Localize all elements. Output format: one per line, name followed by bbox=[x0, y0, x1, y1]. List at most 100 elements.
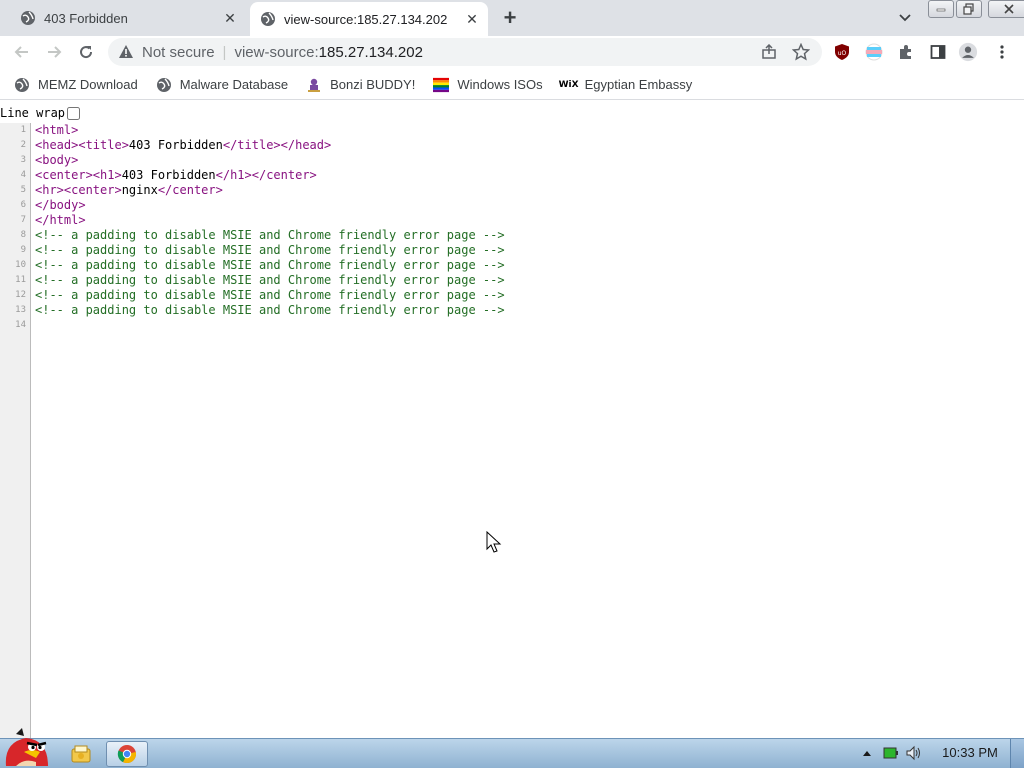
bookmark-egyptian-embassy[interactable]: WiX Egyptian Embassy bbox=[558, 77, 693, 93]
line-content: <!-- a padding to disable MSIE and Chrom… bbox=[30, 273, 505, 288]
html-tag: <body> bbox=[35, 153, 79, 167]
line-number: 5 bbox=[20, 185, 26, 195]
bonzi-icon bbox=[306, 77, 322, 93]
tab-403-forbidden[interactable]: 403 Forbidden ✕ bbox=[8, 0, 246, 36]
line-number: 7 bbox=[20, 215, 26, 225]
tab-strip: 403 Forbidden ✕ view-source:185.27.134.2… bbox=[0, 0, 1024, 36]
source-line: 2 <head><title>403 Forbidden</title></hea… bbox=[0, 138, 1024, 153]
bookmark-windows-isos[interactable]: Windows ISOs bbox=[433, 77, 543, 93]
battery-icon[interactable] bbox=[882, 744, 900, 762]
line-number: 6 bbox=[20, 200, 26, 210]
line-number: 10 bbox=[15, 260, 26, 270]
text-node: nginx bbox=[121, 183, 158, 197]
source-line: 11 <!-- a padding to disable MSIE and Chr… bbox=[0, 273, 1024, 288]
bookmark-memz-download[interactable]: MEMZ Download bbox=[14, 77, 138, 93]
line-number: 8 bbox=[20, 230, 26, 240]
line-content: <!-- a padding to disable MSIE and Chrom… bbox=[30, 303, 505, 318]
restore-button[interactable] bbox=[956, 0, 982, 18]
wix-icon: WiX bbox=[558, 79, 579, 90]
forward-arrow-icon[interactable] bbox=[42, 40, 66, 64]
line-content: <!-- a padding to disable MSIE and Chrom… bbox=[30, 288, 505, 303]
url-host: 185.27.134.202 bbox=[318, 43, 423, 61]
html-comment: <!-- a padding to disable MSIE and Chrom… bbox=[35, 243, 505, 257]
side-panel-icon[interactable] bbox=[928, 42, 948, 62]
tab-view-source[interactable]: view-source:185.27.134.202 ✕ bbox=[250, 2, 488, 36]
source-line: 14 bbox=[0, 318, 1024, 333]
close-window-button[interactable] bbox=[988, 0, 1024, 18]
bookmark-label: Egyptian Embassy bbox=[584, 77, 693, 92]
bookmark-malware-database[interactable]: Malware Database bbox=[156, 77, 288, 93]
html-comment: <!-- a padding to disable MSIE and Chrom… bbox=[35, 288, 505, 302]
back-arrow-icon[interactable] bbox=[10, 40, 34, 64]
line-wrap-label: Line wrap bbox=[0, 106, 66, 120]
source-line: 9 <!-- a padding to disable MSIE and Chro… bbox=[0, 243, 1024, 258]
file-explorer-taskbar-icon[interactable] bbox=[66, 741, 96, 767]
html-tag: </h1></center> bbox=[215, 168, 317, 182]
html-tag: </center> bbox=[157, 183, 223, 197]
bookmark-label: MEMZ Download bbox=[38, 77, 138, 92]
tray-expand-icon[interactable] bbox=[860, 744, 874, 762]
browser-window: 403 Forbidden ✕ view-source:185.27.134.2… bbox=[0, 0, 1024, 768]
bookmark-label: Windows ISOs bbox=[457, 77, 543, 92]
address-bar[interactable]: Not secure | view-source: 185.27.134.202 bbox=[108, 38, 822, 66]
html-tag: </title></head> bbox=[222, 138, 332, 152]
reload-icon[interactable] bbox=[74, 40, 98, 64]
line-content: <html> bbox=[30, 123, 78, 138]
line-content: </body> bbox=[30, 198, 86, 213]
source-line: 3 <body> bbox=[0, 153, 1024, 168]
source-line: 4 <center><h1>403 Forbidden</h1></center> bbox=[0, 168, 1024, 183]
new-tab-button[interactable]: + bbox=[498, 5, 522, 30]
line-content bbox=[30, 318, 35, 333]
security-label[interactable]: Not secure bbox=[142, 44, 215, 61]
bookmark-label: Malware Database bbox=[179, 77, 289, 92]
source-line: 1 <html> bbox=[0, 123, 1024, 138]
speaker-icon[interactable] bbox=[904, 744, 924, 762]
star-icon[interactable] bbox=[792, 43, 810, 61]
source-code: 1 <html> 2 <head><title>403 Forbidden</titl… bbox=[0, 123, 1024, 333]
html-tag: <hr><center> bbox=[35, 183, 122, 197]
text-node: 403 Forbidden bbox=[121, 168, 216, 182]
puzzle-icon[interactable] bbox=[896, 42, 916, 62]
bookmark-label: Bonzi BUDDY! bbox=[330, 77, 416, 92]
line-number: 1 bbox=[20, 125, 26, 135]
close-tab-icon[interactable]: ✕ bbox=[220, 8, 240, 28]
line-number: 3 bbox=[20, 155, 26, 165]
line-number: 12 bbox=[15, 290, 26, 300]
svg-text:uO: uO bbox=[838, 50, 847, 57]
html-tag: <html> bbox=[35, 123, 79, 137]
line-content: <head><title>403 Forbidden</title></head… bbox=[30, 138, 331, 153]
rainbow-flag-icon bbox=[433, 77, 450, 93]
globe-icon bbox=[156, 77, 172, 93]
html-tag: <head><title> bbox=[35, 138, 129, 152]
show-desktop-button[interactable] bbox=[1010, 739, 1024, 768]
html-comment: <!-- a padding to disable MSIE and Chrom… bbox=[35, 303, 505, 317]
line-number: 11 bbox=[15, 275, 26, 285]
ublock-icon[interactable]: uO bbox=[832, 42, 852, 62]
chevron-down-icon[interactable] bbox=[894, 8, 916, 28]
html-tag: </body> bbox=[35, 198, 86, 212]
html-comment: <!-- a padding to disable MSIE and Chrom… bbox=[35, 258, 505, 272]
close-tab-icon[interactable]: ✕ bbox=[462, 9, 482, 29]
html-tag: <center><h1> bbox=[35, 168, 122, 182]
taskbar-clock[interactable]: 10:33 PM bbox=[934, 744, 1006, 762]
source-line: 8 <!-- a padding to disable MSIE and Chro… bbox=[0, 228, 1024, 243]
line-wrap-checkbox[interactable] bbox=[67, 106, 81, 120]
share-icon[interactable] bbox=[760, 43, 778, 61]
extension-flag-icon[interactable] bbox=[864, 42, 884, 62]
chrome-taskbar-button[interactable] bbox=[106, 741, 148, 767]
profile-avatar-icon[interactable] bbox=[958, 42, 978, 62]
bookmarks-bar: MEMZ Download Malware Database Bonzi BUD… bbox=[0, 70, 1024, 100]
source-line: 13 <!-- a padding to disable MSIE and Chr… bbox=[0, 303, 1024, 318]
url-prefix: view-source: bbox=[234, 43, 319, 61]
divider: | bbox=[222, 43, 227, 61]
line-content: <hr><center>nginx</center> bbox=[30, 183, 223, 198]
tab-title: 403 Forbidden bbox=[44, 10, 128, 26]
source-line: 6 </body> bbox=[0, 198, 1024, 213]
start-button-angry-bird-icon[interactable] bbox=[2, 728, 52, 768]
minimize-button[interactable] bbox=[928, 0, 954, 18]
html-comment: <!-- a padding to disable MSIE and Chrom… bbox=[35, 273, 505, 287]
warning-icon[interactable] bbox=[118, 44, 134, 60]
menu-kebab-icon[interactable] bbox=[992, 42, 1012, 62]
source-line: 7 </html> bbox=[0, 213, 1024, 228]
bookmark-bonzi-buddy[interactable]: Bonzi BUDDY! bbox=[306, 77, 415, 93]
